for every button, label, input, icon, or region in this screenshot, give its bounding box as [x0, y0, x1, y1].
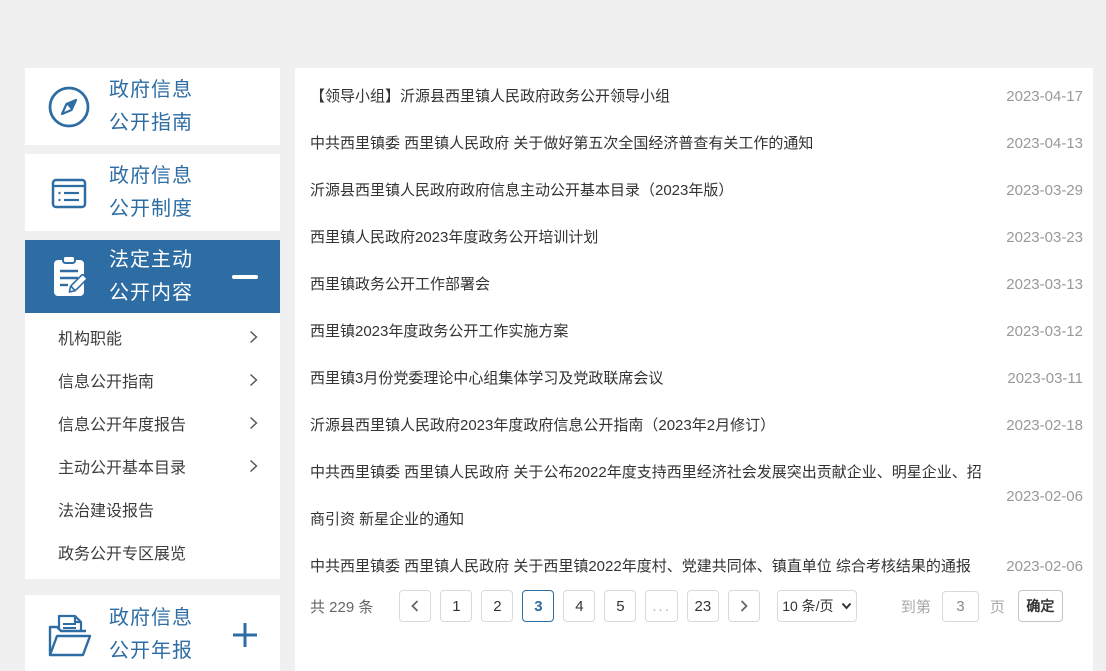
submenu-item-label: 法治建设报告 [58, 497, 154, 521]
chevron-right-icon [247, 458, 260, 474]
article-title[interactable]: 【领导小组】沂源县西里镇人民政府政务公开领导小组 [310, 73, 1006, 120]
article-row[interactable]: 沂源县西里镇人民政府政府信息主动公开基本目录（2023年版） 2023-03-2… [310, 167, 1083, 214]
article-title[interactable]: 中共西里镇委 西里镇人民政府 关于做好第五次全国经济普查有关工作的通知 [310, 120, 1006, 167]
article-date: 2023-03-12 [1006, 323, 1083, 340]
expand-plus-icon[interactable] [232, 622, 258, 648]
page-number-button[interactable]: ... [645, 590, 678, 622]
chevron-right-icon [247, 415, 260, 431]
page-size-value: 10 条/页 [782, 596, 833, 616]
compass-icon [41, 83, 97, 131]
sidebar-submenu: 机构职能 信息公开指南 信息公开年度报告 主动公开基本目录 [25, 313, 280, 579]
folder-icon [41, 610, 97, 660]
sidebar-item-label: 法定主动 公开内容 [109, 244, 232, 310]
gov-info-disclosure-page: 政府信息 公开指南 政府信息 公开制度 [0, 0, 1106, 671]
article-row[interactable]: 西里镇政务公开工作部署会 2023-03-13 [310, 261, 1083, 308]
article-row[interactable]: 中共西里镇委 西里镇人民政府 关于做好第五次全国经济普查有关工作的通知 2023… [310, 120, 1083, 167]
submenu-item-label: 政务公开专区展览 [58, 540, 186, 564]
submenu-item-label: 信息公开指南 [58, 368, 154, 392]
page-number-buttons: 1 2 3 4 5 ... 23 [440, 590, 728, 622]
article-row[interactable]: 中共西里镇委 西里镇人民政府 关于公布2022年度支持西里经济社会发展突出贡献企… [310, 449, 1083, 543]
next-page-button[interactable] [728, 590, 760, 622]
article-title[interactable]: 西里镇3月份党委理论中心组集体学习及党政联席会议 [310, 355, 1007, 402]
total-count-label: 共 229 条 [310, 596, 373, 617]
article-row[interactable]: 中共西里镇委 西里镇人民政府 关于西里镇2022年度村、党建共同体、镇直单位 综… [310, 543, 1083, 590]
article-row[interactable]: 西里镇3月份党委理论中心组集体学习及党政联席会议 2023-03-11 [310, 355, 1083, 402]
article-date: 2023-02-06 [1006, 558, 1083, 575]
prev-page-button[interactable] [399, 590, 431, 622]
article-row[interactable]: 西里镇2023年度政务公开工作实施方案 2023-03-12 [310, 308, 1083, 355]
chevron-right-icon [738, 599, 750, 613]
goto-confirm-button[interactable]: 确定 [1018, 590, 1063, 622]
goto-page-suffix: 页 [990, 596, 1005, 617]
article-list: 【领导小组】沂源县西里镇人民政府政务公开领导小组 2023-04-17 中共西里… [310, 73, 1083, 590]
sidebar-submenu-item[interactable]: 政务公开专区展览 [25, 530, 280, 573]
sidebar-submenu-item[interactable]: 主动公开基本目录 [25, 444, 280, 487]
page-number-button[interactable]: 5 [604, 590, 636, 622]
book-icon [41, 169, 97, 217]
chevron-down-icon [841, 602, 852, 610]
page-number-button[interactable]: 23 [687, 590, 719, 622]
article-date: 2023-02-06 [1006, 488, 1083, 505]
article-title[interactable]: 中共西里镇委 西里镇人民政府 关于西里镇2022年度村、党建共同体、镇直单位 综… [310, 543, 1006, 590]
sidebar-item-gov-info-guide[interactable]: 政府信息 公开指南 [25, 68, 280, 145]
submenu-item-label: 主动公开基本目录 [58, 454, 186, 478]
sidebar: 政府信息 公开指南 政府信息 公开制度 [25, 68, 280, 671]
sidebar-item-label: 政府信息 公开指南 [109, 74, 280, 140]
article-title[interactable]: 西里镇人民政府2023年度政务公开培训计划 [310, 214, 1006, 261]
goto-page-input[interactable] [942, 591, 979, 622]
article-date: 2023-03-13 [1006, 276, 1083, 293]
submenu-item-label: 信息公开年度报告 [58, 411, 186, 435]
article-date: 2023-03-29 [1006, 182, 1083, 199]
article-title[interactable]: 沂源县西里镇人民政府政府信息主动公开基本目录（2023年版） [310, 167, 1006, 214]
clipboard-pencil-icon [41, 253, 97, 301]
page-size-select[interactable]: 10 条/页 [777, 590, 857, 622]
sidebar-item-gov-info-system[interactable]: 政府信息 公开制度 [25, 154, 280, 231]
article-title[interactable]: 西里镇政务公开工作部署会 [310, 261, 1006, 308]
article-row[interactable]: 【领导小组】沂源县西里镇人民政府政务公开领导小组 2023-04-17 [310, 73, 1083, 120]
page-number-button[interactable]: 4 [563, 590, 595, 622]
sidebar-item-annual-report[interactable]: 政府信息 公开年报 [25, 595, 280, 671]
article-row[interactable]: 西里镇人民政府2023年度政务公开培训计划 2023-03-23 [310, 214, 1083, 261]
article-date: 2023-03-11 [1007, 370, 1083, 387]
chevron-right-icon [247, 372, 260, 388]
sidebar-item-label: 政府信息 公开年报 [109, 602, 232, 668]
goto-page-prefix: 到第 [901, 596, 931, 617]
article-title[interactable]: 中共西里镇委 西里镇人民政府 关于公布2022年度支持西里经济社会发展突出贡献企… [310, 449, 1006, 543]
collapse-minus-icon[interactable] [232, 275, 258, 279]
article-date: 2023-04-17 [1006, 88, 1083, 105]
article-title[interactable]: 沂源县西里镇人民政府2023年度政府信息公开指南（2023年2月修订） [310, 402, 1006, 449]
chevron-left-icon [409, 599, 421, 613]
article-list-panel: 【领导小组】沂源县西里镇人民政府政务公开领导小组 2023-04-17 中共西里… [295, 68, 1093, 671]
sidebar-submenu-item[interactable]: 法治建设报告 [25, 487, 280, 530]
sidebar-item-label: 政府信息 公开制度 [109, 160, 280, 226]
sidebar-submenu-item[interactable]: 信息公开年度报告 [25, 401, 280, 444]
chevron-right-icon [247, 329, 260, 345]
article-date: 2023-02-18 [1006, 417, 1083, 434]
page-number-button[interactable]: 1 [440, 590, 472, 622]
pagination-bar: 共 229 条 1 2 3 4 5 ... 23 10 条/页 [310, 590, 1083, 622]
sidebar-submenu-item[interactable]: 信息公开指南 [25, 358, 280, 401]
page-number-button[interactable]: 3 [522, 590, 554, 622]
sidebar-item-statutory-disclosure[interactable]: 法定主动 公开内容 [25, 240, 280, 313]
article-title[interactable]: 西里镇2023年度政务公开工作实施方案 [310, 308, 1006, 355]
sidebar-submenu-item[interactable]: 机构职能 [25, 315, 280, 358]
article-date: 2023-03-23 [1006, 229, 1083, 246]
page-number-button[interactable]: 2 [481, 590, 513, 622]
article-row[interactable]: 沂源县西里镇人民政府2023年度政府信息公开指南（2023年2月修订） 2023… [310, 402, 1083, 449]
article-date: 2023-04-13 [1006, 135, 1083, 152]
submenu-item-label: 机构职能 [58, 325, 122, 349]
